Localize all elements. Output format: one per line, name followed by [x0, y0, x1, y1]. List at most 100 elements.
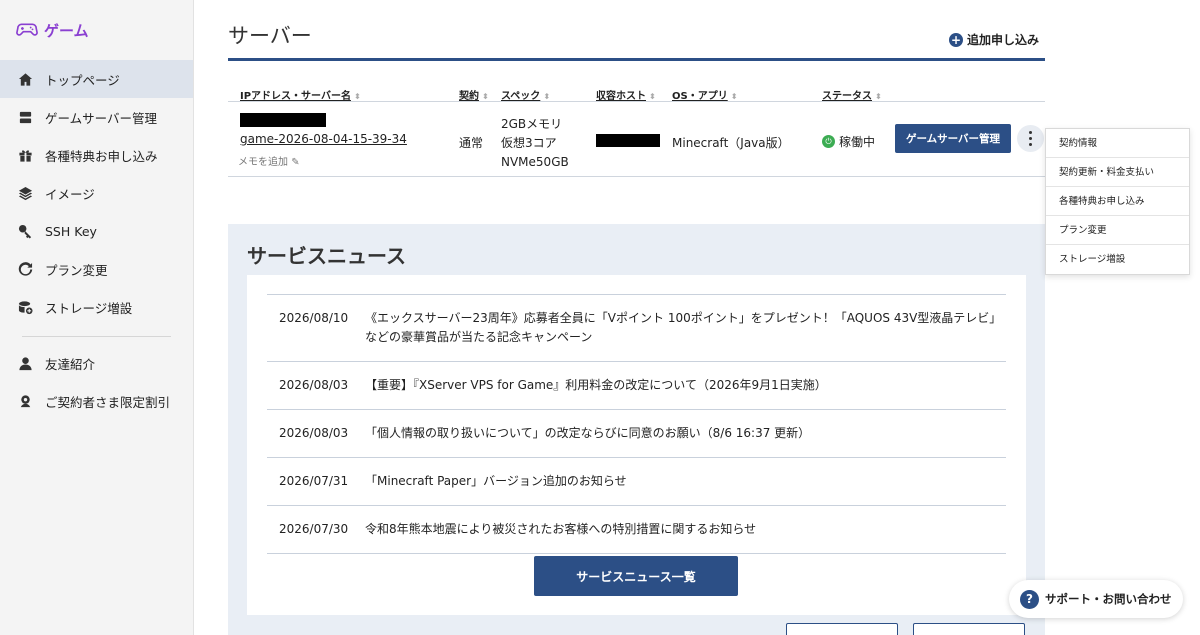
column-header-spec[interactable]: スペック ⬍ [501, 87, 550, 102]
sort-icon: ⬍ [543, 92, 551, 101]
power-icon: ⏻ [822, 135, 835, 148]
page-title: サーバー [228, 24, 312, 48]
spec-memory: 2GBメモリ [501, 117, 563, 131]
add-application-label: 追加申し込み [966, 33, 1039, 47]
key-icon [17, 223, 33, 239]
column-header-os[interactable]: OS・アプリ ⬍ [672, 87, 737, 102]
sidebar-item-storage[interactable]: ストレージ増設 [0, 288, 193, 326]
spec-cpu: 仮想3コア [501, 136, 557, 150]
column-header-host[interactable]: 収容ホスト ⬍ [596, 87, 656, 102]
sidebar-item-label: ご契約者さま限定割引 [45, 394, 171, 410]
support-contact-button[interactable]: ? サポート・お問い合わせ [1009, 580, 1183, 618]
server-name-link[interactable]: game-2026-08-04-15-39-34 [240, 132, 407, 146]
os-app: Minecraft（Java版） [672, 136, 790, 150]
news-date: 2026/08/10 [279, 311, 349, 325]
sidebar-item-ssh-key[interactable]: SSH Key [0, 212, 193, 250]
gift-icon [17, 147, 33, 163]
news-text: 令和8年熊本地震により被災されたお客様への特別措置に関するお知らせ [365, 522, 757, 536]
list-item[interactable]: 2026/07/31 「Minecraft Paper」バージョン追加のお知らせ [267, 458, 1006, 506]
news-text: 《エックスサーバー23周年》応募者全員に「Vポイント 100ポイント」をプレゼン… [365, 311, 996, 344]
gamepad-icon [16, 17, 38, 43]
menu-item-storage[interactable]: ストレージ増設 [1046, 245, 1189, 274]
sidebar: ゲーム トップページ ゲームサーバー管理 各種特典お申し込み イメージ SSH … [0, 0, 194, 635]
sidebar-item-label: トップページ [45, 72, 120, 88]
menu-item-plan-change[interactable]: プラン変更 [1046, 216, 1189, 245]
bottom-outline-button[interactable] [786, 623, 898, 635]
menu-item-benefits[interactable]: 各種特典お申し込み [1046, 187, 1189, 216]
all-news-button[interactable]: サービスニュース一覧 [534, 556, 738, 596]
kebab-dot [1029, 137, 1032, 140]
manage-game-server-button[interactable]: ゲームサーバー管理 [895, 124, 1011, 153]
brand-name: ゲーム [44, 21, 89, 40]
sidebar-item-game-server[interactable]: ゲームサーバー管理 [0, 98, 193, 136]
menu-item-renewal-payment[interactable]: 契約更新・料金支払い [1046, 158, 1189, 187]
layers-icon [17, 185, 33, 201]
bottom-outline-button[interactable] [913, 623, 1025, 635]
news-text: 「Minecraft Paper」バージョン追加のお知らせ [365, 474, 627, 488]
more-menu-button[interactable] [1017, 125, 1044, 152]
sort-icon: ⬍ [875, 92, 882, 101]
list-item[interactable]: 2026/08/03 【重要】『XServer VPS for Game』利用料… [267, 362, 1006, 410]
spec-storage: NVMe50GB [501, 155, 569, 169]
sidebar-item-label: ストレージ増設 [45, 300, 133, 316]
sidebar-item-friend-referral[interactable]: 友達紹介 [0, 344, 193, 382]
sidebar-item-label: プラン変更 [45, 262, 108, 278]
sort-icon: ⬍ [482, 92, 489, 101]
sort-icon: ⬍ [353, 92, 361, 101]
support-label: サポート・お問い合わせ [1045, 592, 1172, 606]
sidebar-item-discount[interactable]: ご契約者さま限定割引 [0, 382, 193, 420]
server-icon [17, 109, 33, 125]
sidebar-item-benefits[interactable]: 各種特典お申し込み [0, 136, 193, 174]
news-date: 2026/08/03 [279, 378, 349, 392]
friend-icon [17, 355, 33, 371]
spec-cell: 2GBメモリ 仮想3コア NVMe50GB [501, 115, 569, 172]
news-text: 「個人情報の取り扱いについて」の改定ならびに同意のお願い（8/6 16:37 更… [365, 426, 811, 440]
sidebar-item-label: ゲームサーバー管理 [45, 110, 158, 126]
sidebar-item-label: 友達紹介 [45, 356, 96, 372]
main-content: サーバー + 追加申し込み IPアドレス・サーバー名 ⬍ 契約 ⬍ スペック ⬍ 収容… [228, 0, 1045, 177]
home-icon [17, 71, 33, 87]
discount-icon [17, 393, 33, 409]
refresh-icon [17, 261, 33, 277]
news-list: 2026/08/10 《エックスサーバー23周年》応募者全員に「Vポイント 10… [267, 294, 1006, 554]
server-table-header: IPアドレス・サーバー名 ⬍ 契約 ⬍ スペック ⬍ 収容ホスト ⬍ OS・アプリ ⬍ ス… [228, 61, 1045, 102]
brand-logo[interactable]: ゲーム [0, 0, 193, 60]
table-row: game-2026-08-04-15-39-34 メモを追加 ✎ 通常 2GBメ… [228, 102, 1045, 177]
more-menu-dropdown: 契約情報 契約更新・料金支払い 各種特典お申し込み プラン変更 ストレージ増設 [1045, 128, 1190, 275]
news-title: サービスニュース [247, 244, 406, 268]
sidebar-item-image[interactable]: イメージ [0, 174, 193, 212]
list-item[interactable]: 2026/08/03 「個人情報の取り扱いについて」の改定ならびに同意のお願い（… [267, 410, 1006, 458]
server-section-header: サーバー + 追加申し込み [228, 0, 1045, 61]
service-news-section: サービスニュース 2026/08/10 《エックスサーバー23周年》応募者全員に… [228, 224, 1045, 635]
plus-circle-icon: + [948, 32, 963, 47]
column-header-ip[interactable]: IPアドレス・サーバー名 ⬍ [240, 87, 361, 102]
storage-add-icon [17, 299, 33, 315]
add-application-link[interactable]: + 追加申し込み [948, 31, 1039, 48]
list-item[interactable]: 2026/07/30 令和8年熊本地震により被災されたお客様への特別措置に関する… [267, 506, 1006, 554]
news-date: 2026/07/30 [279, 522, 349, 536]
sort-icon: ⬍ [730, 92, 738, 101]
sort-icon: ⬍ [649, 92, 656, 101]
sidebar-item-label: 各種特典お申し込み [45, 148, 158, 164]
sidebar-item-label: イメージ [45, 186, 95, 202]
sidebar-item-top[interactable]: トップページ [0, 60, 193, 98]
column-header-status[interactable]: ステータス ⬍ [822, 87, 882, 102]
redacted-host [596, 134, 660, 147]
status-label: 稼働中 [839, 135, 876, 149]
menu-item-contract-info[interactable]: 契約情報 [1046, 129, 1189, 158]
add-memo-link[interactable]: メモを追加 ✎ [238, 153, 300, 168]
sidebar-divider [22, 336, 171, 337]
add-memo-label: メモを追加 [238, 157, 288, 168]
news-card: 2026/08/10 《エックスサーバー23周年》応募者全員に「Vポイント 10… [247, 275, 1026, 615]
column-header-contract[interactable]: 契約 ⬍ [459, 87, 489, 102]
sidebar-item-plan-change[interactable]: プラン変更 [0, 250, 193, 288]
news-date: 2026/07/31 [279, 474, 349, 488]
kebab-dot [1029, 143, 1032, 146]
status-badge: ⏻ 稼働中 [822, 133, 875, 150]
news-text: 【重要】『XServer VPS for Game』利用料金の改定について（20… [365, 378, 827, 392]
kebab-dot [1029, 131, 1032, 134]
list-item[interactable]: 2026/08/10 《エックスサーバー23周年》応募者全員に「Vポイント 10… [267, 295, 1006, 362]
redacted-ip-address [240, 113, 326, 127]
sidebar-item-label: SSH Key [45, 223, 97, 239]
news-date: 2026/08/03 [279, 426, 349, 440]
